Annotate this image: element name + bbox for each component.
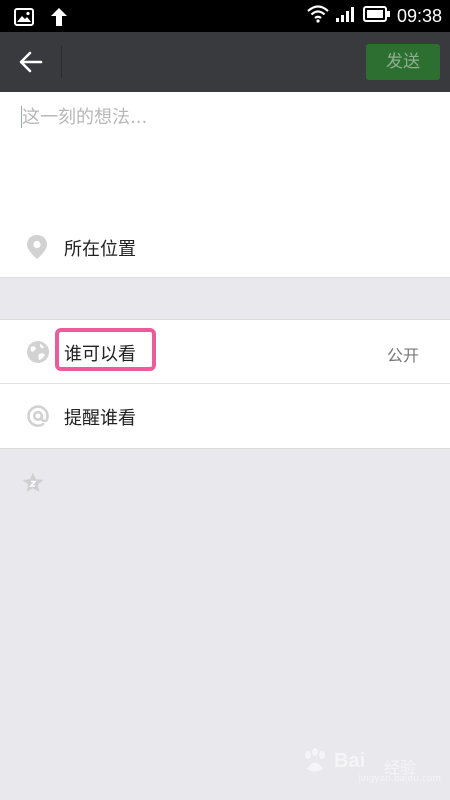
- status-bar: 09:38: [0, 0, 450, 32]
- watermark-url: jingyan.baidu.com: [358, 774, 442, 784]
- globe-icon: [26, 340, 50, 368]
- highlight-annotation: [55, 328, 156, 371]
- status-time: 09:38: [396, 6, 442, 26]
- status-bar-left: [14, 7, 68, 31]
- divider: [0, 277, 450, 278]
- title-divider: [61, 46, 62, 78]
- status-bar-right: 09:38: [307, 5, 442, 27]
- location-label: 所在位置: [64, 239, 136, 260]
- remind-row[interactable]: 提醒谁看: [0, 384, 450, 448]
- back-arrow-icon: [19, 51, 43, 73]
- remind-label: 提醒谁看: [64, 408, 136, 429]
- star-icon[interactable]: [21, 471, 45, 499]
- who-can-see-row[interactable]: 谁可以看 公开: [0, 320, 450, 384]
- location-row[interactable]: 所在位置: [0, 222, 450, 272]
- thoughts-input[interactable]: [22, 104, 422, 130]
- location-pin-icon: [26, 234, 48, 264]
- baidu-watermark: Bai 经验 jingyan.baidu.com: [300, 740, 450, 790]
- compose-area: 所在位置: [0, 92, 450, 278]
- image-icon: [14, 8, 34, 30]
- signal-icon: [335, 5, 357, 27]
- privacy-settings-group: 谁可以看 公开 提醒谁看: [0, 319, 450, 449]
- visibility-value: 公开: [386, 346, 419, 365]
- back-button[interactable]: [16, 47, 46, 77]
- watermark-brand: Bai: [334, 750, 366, 772]
- upload-arrow-icon: [50, 7, 68, 31]
- paw-logo-icon: [305, 748, 325, 772]
- battery-icon: [362, 6, 391, 26]
- at-sign-icon: [26, 404, 50, 432]
- wifi-icon: [307, 5, 329, 27]
- send-button[interactable]: 发送: [366, 44, 440, 80]
